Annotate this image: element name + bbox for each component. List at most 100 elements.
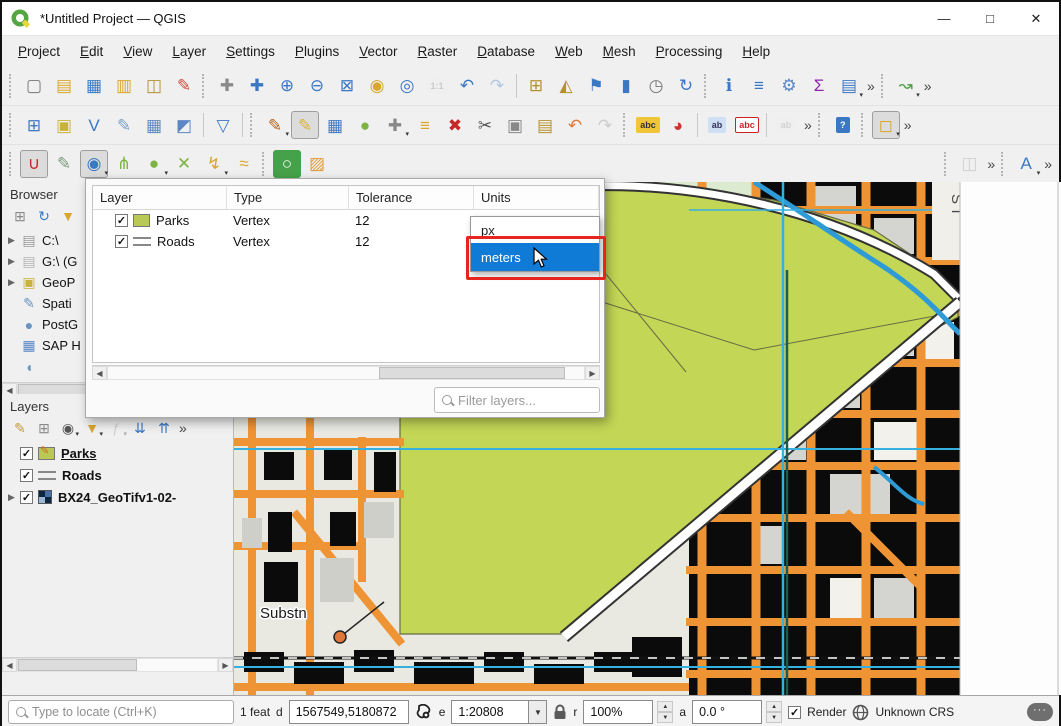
menu-settings[interactable]: Settings bbox=[216, 39, 285, 64]
snapping-enabled-checkbox[interactable]: ✓ bbox=[115, 235, 128, 248]
topological-editing[interactable]: ⋔ bbox=[110, 150, 138, 178]
open-layer-styling[interactable]: ✎ bbox=[9, 417, 31, 439]
filter-by-expression[interactable]: ƒ▾ bbox=[105, 417, 127, 439]
toolbar-overflow-6[interactable]: » bbox=[1041, 156, 1055, 172]
paste-features[interactable]: ▤ bbox=[531, 111, 559, 139]
refresh-map[interactable]: ↻ bbox=[672, 72, 700, 100]
coordinate-display[interactable]: 1567549,5180872 bbox=[289, 700, 409, 724]
processing-toolbox[interactable]: ⚙ bbox=[775, 72, 803, 100]
cut-features[interactable]: ✂ bbox=[471, 111, 499, 139]
scroll-right-icon[interactable]: ▶ bbox=[218, 658, 233, 672]
chevron-down-icon[interactable]: ▾ bbox=[1037, 169, 1041, 177]
zoom-to-layer[interactable]: ◎ bbox=[393, 72, 421, 100]
field-calculator[interactable]: ≡ bbox=[745, 72, 773, 100]
zoom-to-selection[interactable]: ◉ bbox=[363, 72, 391, 100]
vertex-tool[interactable]: ✚▾ bbox=[381, 111, 409, 139]
chevron-down-icon[interactable]: ▼ bbox=[529, 700, 547, 724]
spin-down-icon[interactable]: ▼ bbox=[766, 712, 782, 723]
layer-item-bx24-geotifv1-02-[interactable]: ▶✓BX24_GeoTifv1-02- bbox=[2, 486, 233, 508]
expand-arrow-icon[interactable]: ▶ bbox=[8, 256, 20, 267]
scale-combo[interactable]: 1:20808 ▼ bbox=[451, 700, 547, 724]
highlight-pinned-labels[interactable]: abc bbox=[733, 111, 761, 139]
enable-snapping[interactable]: ∪ bbox=[20, 150, 48, 178]
temporal-controller[interactable]: ◷ bbox=[642, 72, 670, 100]
chevron-down-icon[interactable]: ▾ bbox=[75, 430, 79, 438]
toolbar-overflow-5[interactable]: » bbox=[984, 156, 998, 172]
extents-toggle-icon[interactable] bbox=[415, 704, 433, 720]
crs-status[interactable]: Unknown CRS bbox=[875, 705, 954, 719]
menu-layer[interactable]: Layer bbox=[162, 39, 216, 64]
filter-layers-input[interactable] bbox=[458, 393, 578, 408]
new-mesh-layer[interactable]: ▽ bbox=[209, 111, 237, 139]
chevron-down-icon[interactable]: ▾ bbox=[224, 169, 228, 177]
layers-hscrollbar[interactable]: ◀ ▶ bbox=[2, 657, 233, 672]
scroll-left-icon[interactable]: ◀ bbox=[92, 366, 107, 380]
snapping-enabled-checkbox[interactable]: ✓ bbox=[115, 214, 128, 227]
toolbar-overflow-2[interactable]: » bbox=[921, 78, 935, 94]
modify-attributes-selected[interactable]: ≡ bbox=[411, 111, 439, 139]
measure-line[interactable]: ↝▾ bbox=[892, 72, 920, 100]
snap-type-value[interactable]: Vertex bbox=[227, 231, 349, 252]
menu-processing[interactable]: Processing bbox=[646, 39, 733, 64]
units-option-px[interactable]: px bbox=[471, 217, 599, 243]
minimize-button[interactable]: — bbox=[921, 2, 967, 35]
expand-arrow-icon[interactable]: ▶ bbox=[8, 277, 20, 288]
toolbar-overflow-4[interactable]: » bbox=[901, 117, 915, 133]
statistical-summary[interactable]: Σ bbox=[805, 72, 833, 100]
new-print-layout[interactable]: ▥ bbox=[110, 72, 138, 100]
new-shapefile-layer[interactable]: V bbox=[80, 111, 108, 139]
help-contents[interactable]: ? bbox=[829, 111, 857, 139]
chevron-down-icon[interactable]: ▾ bbox=[285, 130, 289, 138]
snapping-options[interactable]: ◉▾ bbox=[80, 150, 108, 178]
menu-vector[interactable]: Vector bbox=[349, 39, 407, 64]
chevron-down-icon[interactable]: ▾ bbox=[859, 91, 863, 99]
enable-tracing[interactable]: ≈ bbox=[230, 150, 258, 178]
collapse-all[interactable]: ⇈ bbox=[153, 417, 175, 439]
self-snapping[interactable]: ↯▾ bbox=[200, 150, 228, 178]
style-manager[interactable]: ✎ bbox=[170, 72, 198, 100]
vertex-editor[interactable]: ✎ bbox=[50, 150, 78, 178]
lock-icon[interactable] bbox=[553, 704, 567, 720]
scale-value[interactable]: 1:20808 bbox=[451, 700, 529, 724]
column-header-units[interactable]: Units bbox=[474, 186, 599, 209]
messages-button[interactable]: ··· bbox=[1027, 703, 1053, 721]
menu-raster[interactable]: Raster bbox=[408, 39, 468, 64]
browser-add-selected-layers[interactable]: ⊞ bbox=[9, 205, 31, 227]
rotation-spinbox[interactable]: 0.0 ° ▲▼ bbox=[692, 700, 782, 724]
nominatim-search[interactable]: ○ bbox=[273, 150, 301, 178]
zoom-out[interactable]: ⊖ bbox=[303, 72, 331, 100]
new-temporary-scratch-layer[interactable]: ✎ bbox=[110, 111, 138, 139]
spin-up-icon[interactable]: ▲ bbox=[657, 701, 673, 712]
chevron-down-icon[interactable]: ▾ bbox=[405, 130, 409, 138]
menu-mesh[interactable]: Mesh bbox=[593, 39, 646, 64]
avoid-overlap[interactable]: ●▾ bbox=[140, 150, 168, 178]
show-layout-manager[interactable]: ◫ bbox=[140, 72, 168, 100]
expand-all[interactable]: ⇊ bbox=[129, 417, 151, 439]
layer-visibility-checkbox[interactable]: ✓ bbox=[20, 469, 33, 482]
chevron-down-icon[interactable]: ▾ bbox=[104, 169, 108, 177]
zoom-native[interactable]: 1:1 bbox=[423, 72, 451, 100]
maximize-button[interactable]: □ bbox=[967, 2, 1013, 35]
menu-database[interactable]: Database bbox=[467, 39, 545, 64]
save-project[interactable]: ▦ bbox=[80, 72, 108, 100]
new-project[interactable]: ▢ bbox=[20, 72, 48, 100]
chevron-down-icon[interactable]: ▾ bbox=[99, 430, 103, 438]
delete-selected[interactable]: ✖ bbox=[441, 111, 469, 139]
layer-item-roads[interactable]: ✓Roads bbox=[2, 464, 233, 486]
column-header-layer[interactable]: Layer bbox=[93, 186, 227, 209]
spin-up-icon[interactable]: ▲ bbox=[766, 701, 782, 712]
close-button[interactable]: ✕ bbox=[1013, 2, 1059, 35]
new-3d-map-view[interactable]: ◭ bbox=[552, 72, 580, 100]
open-project[interactable]: ▤ bbox=[50, 72, 78, 100]
column-header-type[interactable]: Type bbox=[227, 186, 349, 209]
toolbar-overflow-1[interactable]: » bbox=[864, 78, 878, 94]
zoom-full[interactable]: ⊠ bbox=[333, 72, 361, 100]
add-polygon-feature[interactable]: ● bbox=[351, 111, 379, 139]
menu-plugins[interactable]: Plugins bbox=[285, 39, 349, 64]
quickmap-services[interactable]: ▨ bbox=[303, 150, 331, 178]
zoom-last[interactable]: ↶ bbox=[453, 72, 481, 100]
dialog-hscrollbar[interactable]: ◀ ▶ bbox=[92, 365, 600, 380]
manage-map-themes[interactable]: ◉▾ bbox=[57, 417, 79, 439]
units-option-meters[interactable]: meters bbox=[471, 243, 599, 271]
filter-legend[interactable]: ▼▾ bbox=[81, 417, 103, 439]
